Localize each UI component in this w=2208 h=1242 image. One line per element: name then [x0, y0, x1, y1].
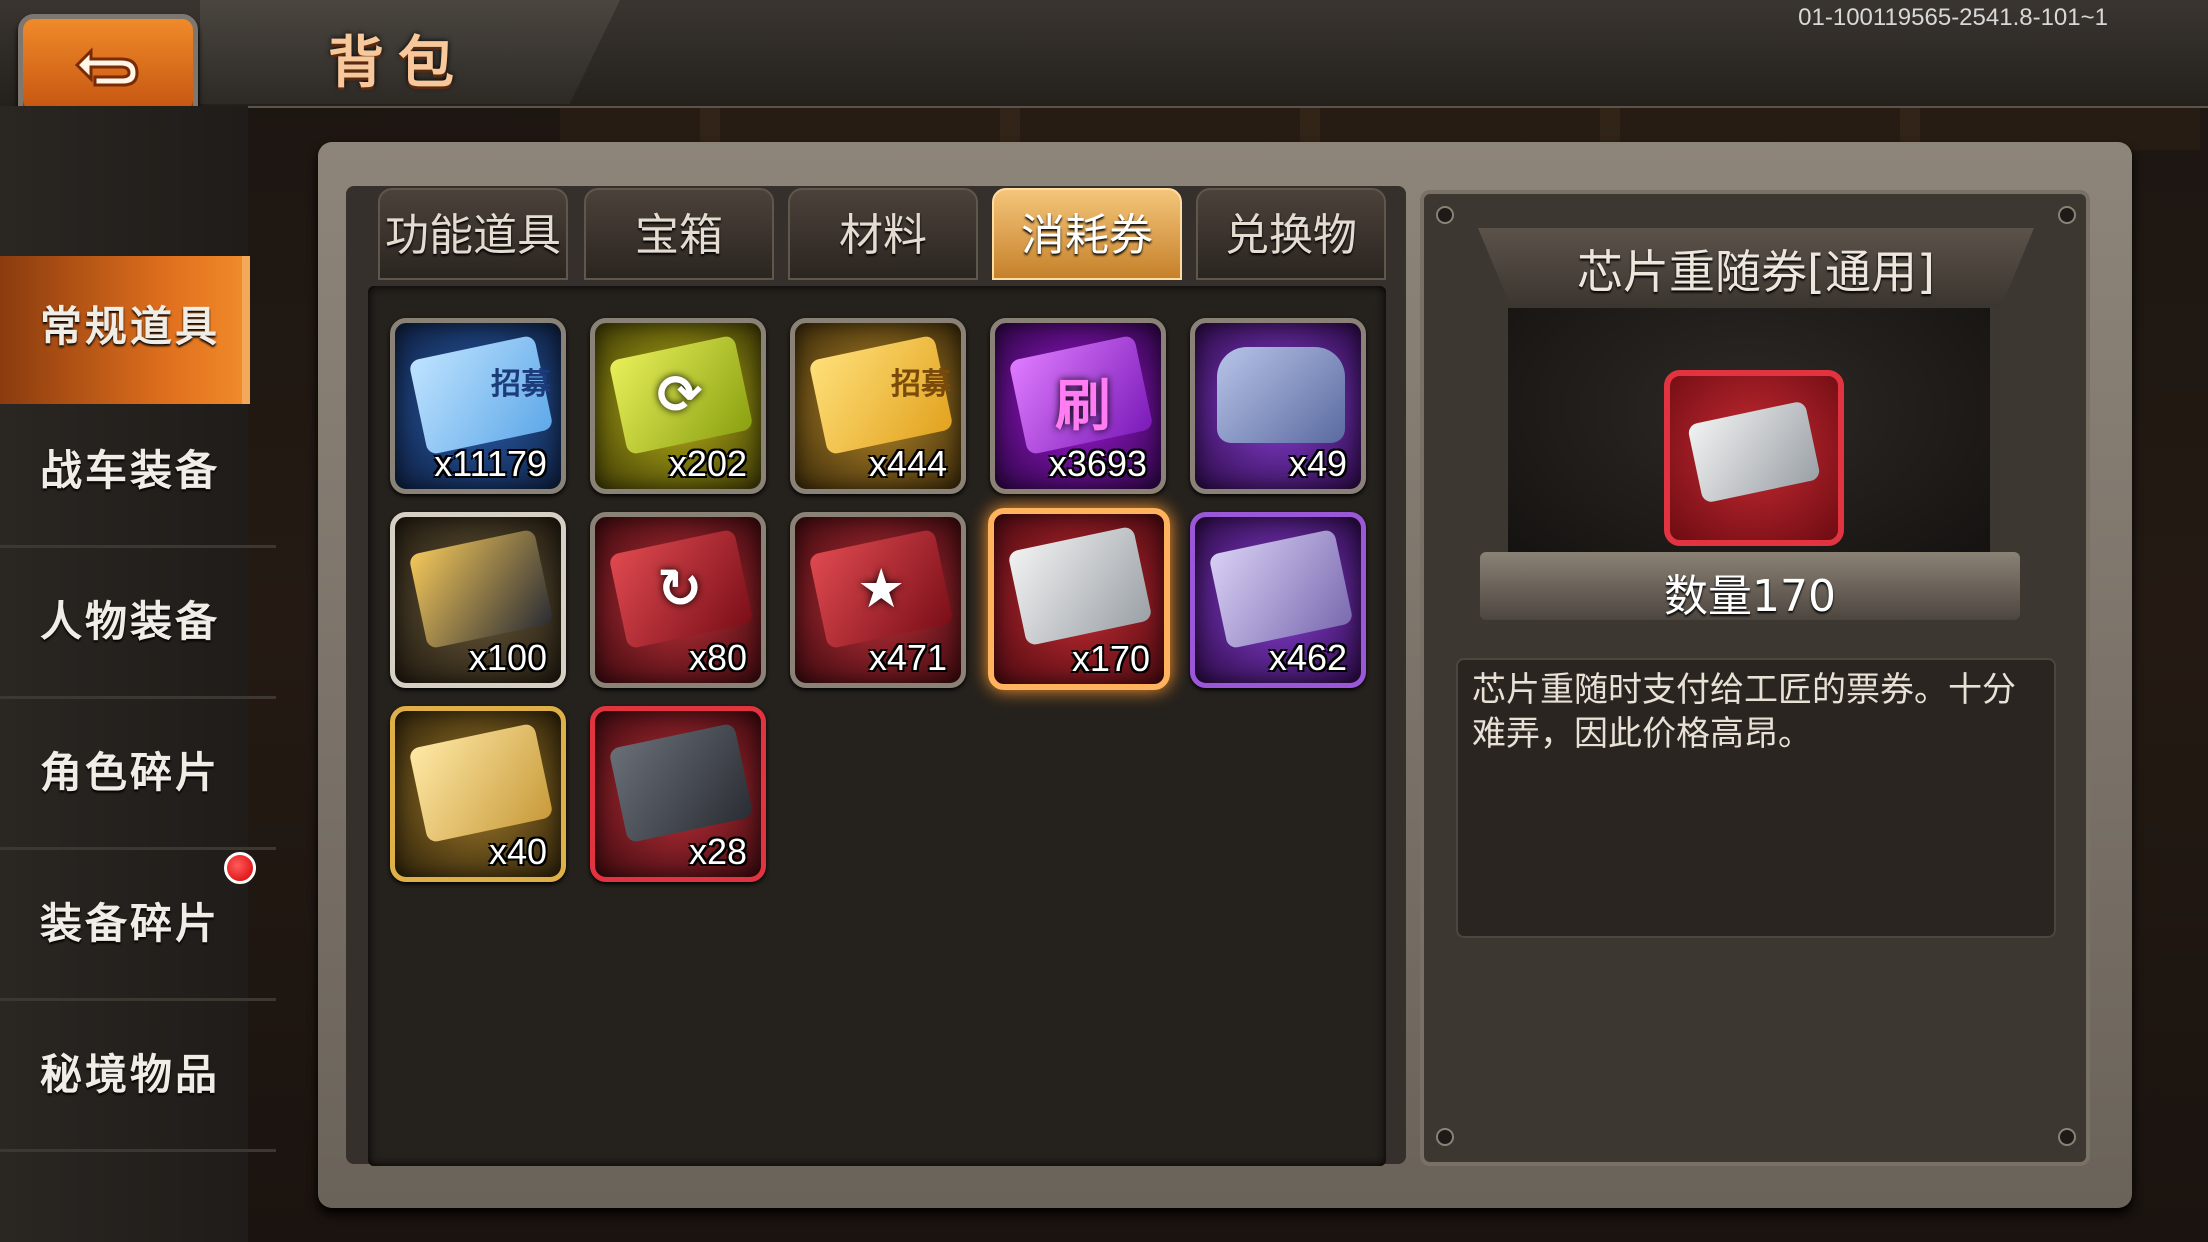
sidebar-item-label: 战车装备 — [40, 446, 221, 495]
item-count: x462 — [1268, 637, 1347, 678]
chest-plate-icon — [1217, 347, 1345, 443]
item-count: x202 — [668, 443, 747, 484]
rotate-symbol-icon: ↻ — [657, 557, 703, 620]
ticket-label: 招募 — [891, 367, 951, 402]
item-slot[interactable]: x462 — [1190, 512, 1366, 688]
rivet — [2058, 206, 2076, 224]
item-slot-selected[interactable]: x170 — [988, 508, 1170, 690]
item-slot[interactable]: x28 — [590, 706, 766, 882]
item-name: 芯片重随券[通用] — [1577, 245, 1935, 299]
sidebar-item-label: 装备碎片 — [40, 899, 221, 948]
ticket-label: 刷 — [1055, 374, 1111, 439]
sidebar-item-secret-realm-items[interactable]: 秘境物品 — [0, 1004, 276, 1152]
rivet — [1436, 206, 1454, 224]
item-count: x3693 — [1048, 443, 1147, 484]
item-count: x40 — [488, 831, 547, 872]
server-id-text: 01-100119565-2541.8-101~1 — [1798, 4, 2108, 31]
back-arrow-icon — [74, 47, 139, 87]
tab-function-items[interactable]: 功能道具 — [378, 188, 568, 280]
notification-dot — [224, 852, 256, 884]
page-title: 背包 — [328, 31, 468, 96]
item-count: x49 — [1288, 443, 1347, 484]
item-slot[interactable]: 刷 x3693 — [990, 318, 1166, 494]
rivet — [1436, 1128, 1454, 1146]
item-count: x444 — [868, 443, 947, 484]
item-slot[interactable]: ⟳ x202 — [590, 318, 766, 494]
sidebar-item-label: 角色碎片 — [40, 748, 221, 797]
tab-consumable-tickets[interactable]: 消耗券 — [992, 188, 1182, 280]
chip-ticket-gold-icon — [408, 722, 554, 844]
item-slot[interactable]: ↻ x80 — [590, 512, 766, 688]
item-description-box: 芯片重随时支付给工匠的票券。十分难弄，因此价格高昂。 — [1456, 658, 2056, 938]
sidebar-item-vehicle-equipment[interactable]: 战车装备 — [0, 400, 276, 548]
rivet — [2058, 1128, 2076, 1146]
tab-exchange-items[interactable]: 兑换物 — [1196, 188, 1386, 280]
item-slot[interactable]: 招募 x11179 — [390, 318, 566, 494]
ticket-label: 招募 — [491, 367, 551, 402]
star-symbol-icon: ★ — [857, 557, 906, 620]
selected-item-icon — [1664, 370, 1844, 546]
tab-chests[interactable]: 宝箱 — [584, 188, 774, 280]
item-count: x11179 — [434, 443, 547, 484]
item-slot[interactable]: x40 — [390, 706, 566, 882]
item-slot[interactable]: 招募 x444 — [790, 318, 966, 494]
tab-materials[interactable]: 材料 — [788, 188, 978, 280]
item-slot[interactable]: ★ x471 — [790, 512, 966, 688]
item-count: x471 — [868, 637, 947, 678]
chip-ticket-purple-icon — [1208, 528, 1354, 650]
sidebar-item-character-equipment[interactable]: 人物装备 — [0, 551, 276, 699]
item-count: x100 — [468, 637, 547, 678]
chip-ticket-dark-red-icon — [608, 722, 754, 844]
item-count: x170 — [1071, 638, 1150, 679]
sidebar-item-regular-items[interactable]: 常规道具 — [0, 256, 250, 404]
sidebar-item-label: 常规道具 — [40, 302, 221, 351]
sidebar-item-character-fragments[interactable]: 角色碎片 — [0, 702, 276, 850]
item-description: 芯片重随时支付给工匠的票券。十分难弄，因此价格高昂。 — [1472, 670, 2016, 754]
item-count: x28 — [688, 831, 747, 872]
item-slot[interactable]: x49 — [1190, 318, 1366, 494]
sidebar-item-label: 人物装备 — [40, 597, 221, 646]
item-count: x80 — [688, 637, 747, 678]
gold-armor-box-icon — [408, 528, 554, 650]
refresh-symbol-icon: ⟳ — [657, 363, 703, 426]
chip-ticket-red-icon — [1686, 400, 1822, 504]
item-slot[interactable]: x100 — [390, 512, 566, 688]
chip-ticket-red-icon — [1007, 525, 1153, 647]
item-quantity: 数量170 — [1664, 571, 1836, 622]
sidebar-item-label: 秘境物品 — [40, 1050, 221, 1099]
